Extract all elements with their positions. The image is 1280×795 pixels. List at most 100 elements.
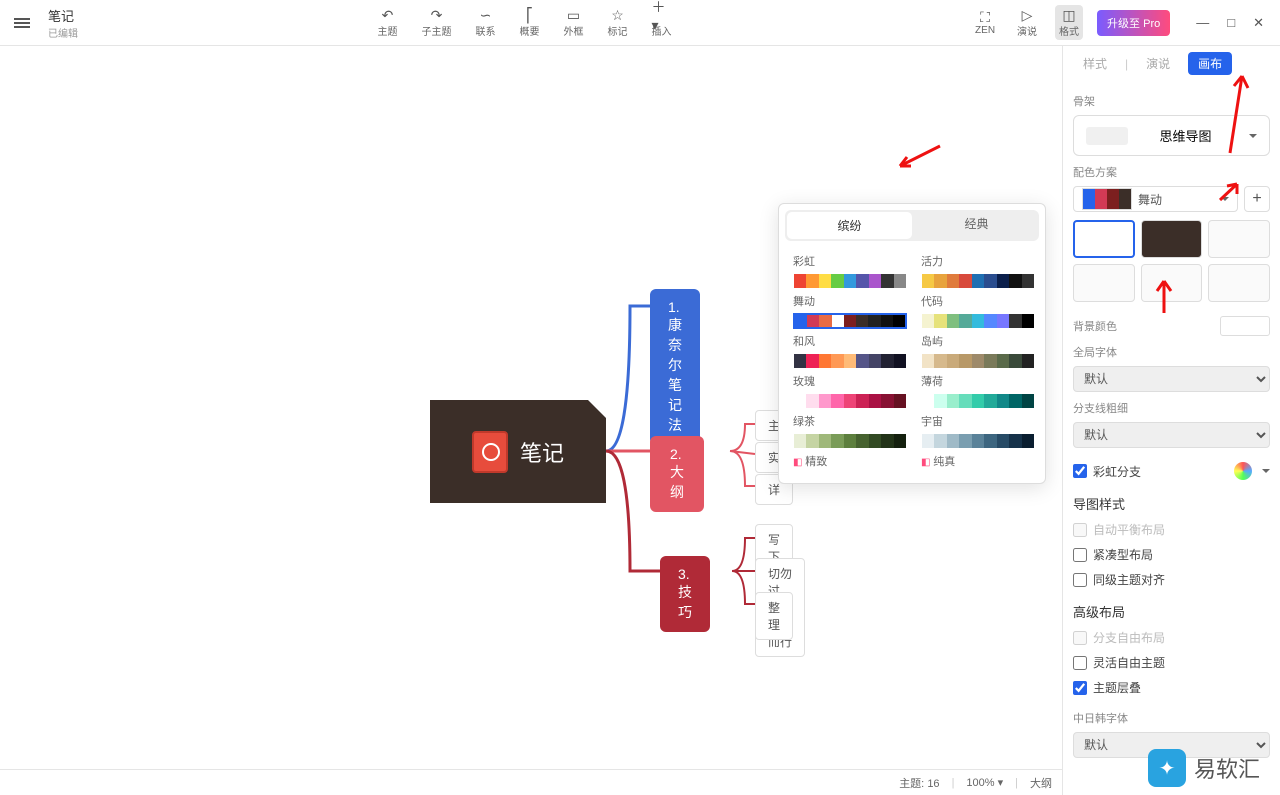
scheme-舞动[interactable]: 舞动 bbox=[793, 293, 907, 329]
document-title: 笔记 bbox=[48, 6, 78, 25]
top-bar: 笔记 已编辑 ↶主题 ↷子主题 ∽联系 ⎡概要 ▭外框 ☆标记 ＋▾插入 ⛶ZE… bbox=[0, 0, 1280, 46]
scheme-彩虹[interactable]: 彩虹 bbox=[793, 253, 907, 289]
tool-insert[interactable]: ＋▾插入 bbox=[648, 5, 676, 40]
watermark-icon: ✦ bbox=[1148, 749, 1186, 787]
global-font-select[interactable]: 默认 bbox=[1073, 366, 1270, 392]
chevron-down-icon bbox=[1243, 127, 1257, 145]
bg-color-chip[interactable] bbox=[1220, 316, 1270, 336]
panel-tab-canvas[interactable]: 画布 bbox=[1188, 52, 1232, 75]
theme-preview-3[interactable] bbox=[1208, 220, 1270, 258]
popup-tab-colorful[interactable]: 缤纷 bbox=[787, 212, 912, 239]
branch-2[interactable]: 2. 大纲 bbox=[650, 436, 704, 512]
panel-tab-style[interactable]: 样式 bbox=[1073, 52, 1117, 75]
tool-format[interactable]: ◫格式 bbox=[1055, 5, 1083, 40]
close-button[interactable]: ✕ bbox=[1253, 15, 1264, 31]
align-siblings-checkbox[interactable] bbox=[1073, 573, 1087, 587]
tool-relationship[interactable]: ∽联系 bbox=[472, 5, 500, 40]
scheme-绿茶[interactable]: 绿茶 bbox=[793, 413, 907, 449]
skeleton-label: 骨架 bbox=[1073, 93, 1270, 109]
scheme-dropdown[interactable]: 舞动 bbox=[1073, 186, 1238, 212]
menu-button[interactable] bbox=[8, 9, 36, 37]
tool-subtopic[interactable]: ↷子主题 bbox=[418, 5, 456, 40]
subtopic-icon: ↷ bbox=[427, 7, 447, 23]
tool-present[interactable]: ▷演说 bbox=[1013, 5, 1041, 40]
theme-preview-grid bbox=[1073, 220, 1270, 302]
free-topic-checkbox[interactable] bbox=[1073, 656, 1087, 670]
scheme-精致[interactable]: 精致 bbox=[793, 453, 907, 469]
branch-1[interactable]: 1. 康奈尔笔记法 bbox=[650, 289, 700, 445]
central-topic[interactable]: 笔记 bbox=[430, 400, 606, 503]
scheme-玫瑰[interactable]: 玫瑰 bbox=[793, 373, 907, 409]
document-subtitle: 已编辑 bbox=[48, 25, 78, 40]
tool-marker[interactable]: ☆标记 bbox=[604, 5, 632, 40]
topic-overlap-checkbox[interactable] bbox=[1073, 681, 1087, 695]
theme-preview-5[interactable] bbox=[1141, 264, 1203, 302]
format-icon: ◫ bbox=[1059, 7, 1079, 23]
document-title-block: 笔记 已编辑 bbox=[36, 6, 78, 40]
maximize-button[interactable]: □ bbox=[1227, 15, 1235, 31]
map-style-label: 导图样式 bbox=[1073, 494, 1270, 513]
theme-preview-2[interactable] bbox=[1141, 220, 1203, 258]
link-icon: ∽ bbox=[476, 7, 496, 23]
structure-icon bbox=[1086, 127, 1128, 145]
boundary-icon: ▭ bbox=[564, 7, 584, 23]
advanced-layout-label: 高级布局 bbox=[1073, 602, 1270, 621]
scheme-grid: 彩虹活力舞动代码和风岛屿玫瑰薄荷绿茶宇宙精致纯真 bbox=[779, 247, 1045, 475]
summary-icon: ⎡ bbox=[520, 7, 540, 23]
panel-tab-present[interactable]: 演说 bbox=[1136, 52, 1180, 75]
tool-zen[interactable]: ⛶ZEN bbox=[971, 7, 999, 38]
rainbow-icon bbox=[1234, 462, 1252, 480]
minimize-button[interactable]: — bbox=[1196, 15, 1209, 31]
panel-tabs: 样式 | 演说 画布 bbox=[1073, 46, 1270, 85]
branch-width-select[interactable]: 默认 bbox=[1073, 422, 1270, 448]
zen-icon: ⛶ bbox=[975, 9, 995, 25]
chevron-down-icon bbox=[1215, 192, 1229, 206]
compact-checkbox[interactable] bbox=[1073, 548, 1087, 562]
toolbar-right: ⛶ZEN ▷演说 ◫格式 升级至 Pro — □ ✕ bbox=[971, 5, 1272, 40]
tool-summary[interactable]: ⎡概要 bbox=[516, 5, 544, 40]
scheme-活力[interactable]: 活力 bbox=[921, 253, 1035, 289]
scheme-和风[interactable]: 和风 bbox=[793, 333, 907, 369]
branch-3[interactable]: 3. 技巧 bbox=[660, 556, 710, 632]
scheme-代码[interactable]: 代码 bbox=[921, 293, 1035, 329]
popup-tabs: 缤纷 经典 bbox=[785, 210, 1039, 241]
topic-count: 主题: 16 bbox=[899, 775, 939, 791]
bg-color-label: 背景颜色 bbox=[1073, 318, 1117, 334]
notebook-icon bbox=[472, 431, 508, 473]
scheme-薄荷[interactable]: 薄荷 bbox=[921, 373, 1035, 409]
annotation-arrow bbox=[895, 141, 945, 171]
status-bar: 主题: 16 | 100% ▾ | 大纲 bbox=[0, 769, 1062, 795]
format-panel: 样式 | 演说 画布 骨架 思维导图 配色方案 舞动 + 背景颜色 bbox=[1062, 46, 1280, 795]
scheme-label: 配色方案 bbox=[1073, 164, 1270, 180]
scheme-宇宙[interactable]: 宇宙 bbox=[921, 413, 1035, 449]
color-scheme-popup: 缤纷 经典 彩虹活力舞动代码和风岛屿玫瑰薄荷绿茶宇宙精致纯真 bbox=[778, 203, 1046, 484]
toolbar-center: ↶主题 ↷子主题 ∽联系 ⎡概要 ▭外框 ☆标记 ＋▾插入 bbox=[78, 5, 971, 40]
cjk-font-label: 中日韩字体 bbox=[1073, 710, 1270, 726]
global-font-label: 全局字体 bbox=[1073, 344, 1270, 360]
plus-icon: ＋▾ bbox=[652, 7, 672, 23]
branch-width-label: 分支线粗细 bbox=[1073, 400, 1270, 416]
outline-toggle[interactable]: 大纲 bbox=[1030, 775, 1052, 791]
star-icon: ☆ bbox=[608, 7, 628, 23]
present-icon: ▷ bbox=[1017, 7, 1037, 23]
canvas[interactable]: 笔记 1. 康奈尔笔记法 2. 大纲 3. 技巧 主 实 详 写下关键事实 切勿… bbox=[0, 46, 1060, 769]
zoom-level[interactable]: 100% ▾ bbox=[966, 776, 1003, 789]
theme-preview-1[interactable] bbox=[1073, 220, 1135, 258]
auto-balance-checkbox bbox=[1073, 523, 1087, 537]
chevron-down-icon[interactable] bbox=[1256, 464, 1270, 478]
popup-tab-classic[interactable]: 经典 bbox=[914, 210, 1039, 241]
tool-boundary[interactable]: ▭外框 bbox=[560, 5, 588, 40]
scheme-swatch bbox=[1082, 188, 1132, 210]
watermark: ✦ 易软汇 bbox=[1148, 749, 1260, 787]
sub-3-3[interactable]: 整理 bbox=[755, 592, 793, 640]
upgrade-pro-button[interactable]: 升级至 Pro bbox=[1097, 10, 1170, 36]
window-controls: — □ ✕ bbox=[1196, 15, 1264, 31]
rainbow-branch-checkbox[interactable] bbox=[1073, 464, 1087, 478]
scheme-纯真[interactable]: 纯真 bbox=[921, 453, 1035, 469]
theme-preview-4[interactable] bbox=[1073, 264, 1135, 302]
tool-topic[interactable]: ↶主题 bbox=[374, 5, 402, 40]
add-scheme-button[interactable]: + bbox=[1244, 186, 1270, 212]
structure-select[interactable]: 思维导图 bbox=[1073, 115, 1270, 156]
theme-preview-6[interactable] bbox=[1208, 264, 1270, 302]
scheme-岛屿[interactable]: 岛屿 bbox=[921, 333, 1035, 369]
